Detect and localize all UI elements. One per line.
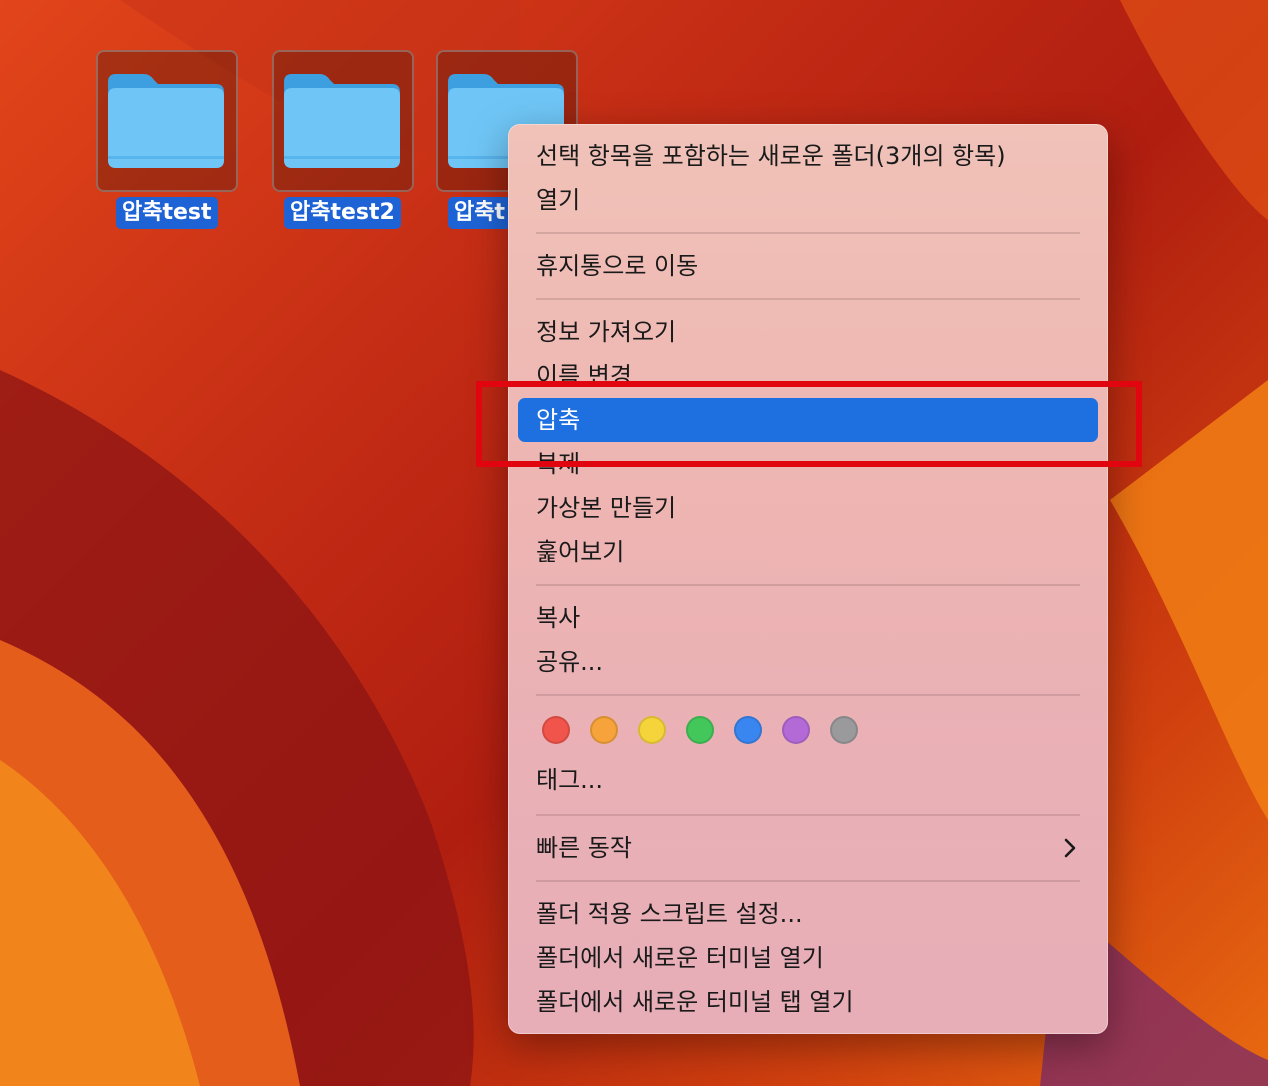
folder-icon [108, 74, 224, 168]
chevron-right-icon [1064, 838, 1076, 858]
annotation-highlight-box [476, 381, 1142, 467]
folder-name-label[interactable]: 압축test2 [284, 197, 401, 229]
tag-orange[interactable] [590, 716, 618, 744]
menu-item-quick-actions[interactable]: 빠른 동작 [536, 828, 632, 868]
menu-item-new-folder-with-selection[interactable]: 선택 항목을 포함하는 새로운 폴더(3개의 항목) [536, 136, 1006, 176]
menu-separator [536, 584, 1080, 586]
menu-separator [536, 298, 1080, 300]
menu-separator [536, 694, 1080, 696]
folder-icon [284, 74, 400, 168]
tag-green[interactable] [686, 716, 714, 744]
tag-yellow[interactable] [638, 716, 666, 744]
menu-item-move-to-trash[interactable]: 휴지통으로 이동 [536, 246, 698, 286]
menu-item-tags[interactable]: 태그... [536, 760, 603, 800]
menu-item-new-terminal-tab-at-folder[interactable]: 폴더에서 새로운 터미널 탭 열기 [536, 982, 854, 1022]
folder-item[interactable] [272, 50, 414, 192]
folder-item[interactable] [96, 50, 238, 192]
menu-item-open[interactable]: 열기 [536, 180, 580, 220]
menu-separator [536, 814, 1080, 816]
menu-item-make-alias[interactable]: 가상본 만들기 [536, 488, 676, 528]
context-menu: 선택 항목을 포함하는 새로운 폴더(3개의 항목) 열기 휴지통으로 이동 정… [508, 124, 1108, 1034]
menu-item-get-info[interactable]: 정보 가져오기 [536, 312, 676, 352]
tag-red[interactable] [542, 716, 570, 744]
folder-name-label[interactable]: 압축t [448, 197, 511, 229]
menu-item-quick-look[interactable]: 훑어보기 [536, 532, 624, 572]
menu-item-folder-action-setup[interactable]: 폴더 적용 스크립트 설정... [536, 894, 803, 934]
menu-separator [536, 880, 1080, 882]
menu-item-copy[interactable]: 복사 [536, 598, 580, 638]
tag-purple[interactable] [782, 716, 810, 744]
menu-item-share[interactable]: 공유... [536, 642, 603, 682]
tag-blue[interactable] [734, 716, 762, 744]
tag-gray[interactable] [830, 716, 858, 744]
menu-item-new-terminal-at-folder[interactable]: 폴더에서 새로운 터미널 열기 [536, 938, 824, 978]
folder-name-label[interactable]: 압축test [116, 197, 218, 229]
menu-separator [536, 232, 1080, 234]
